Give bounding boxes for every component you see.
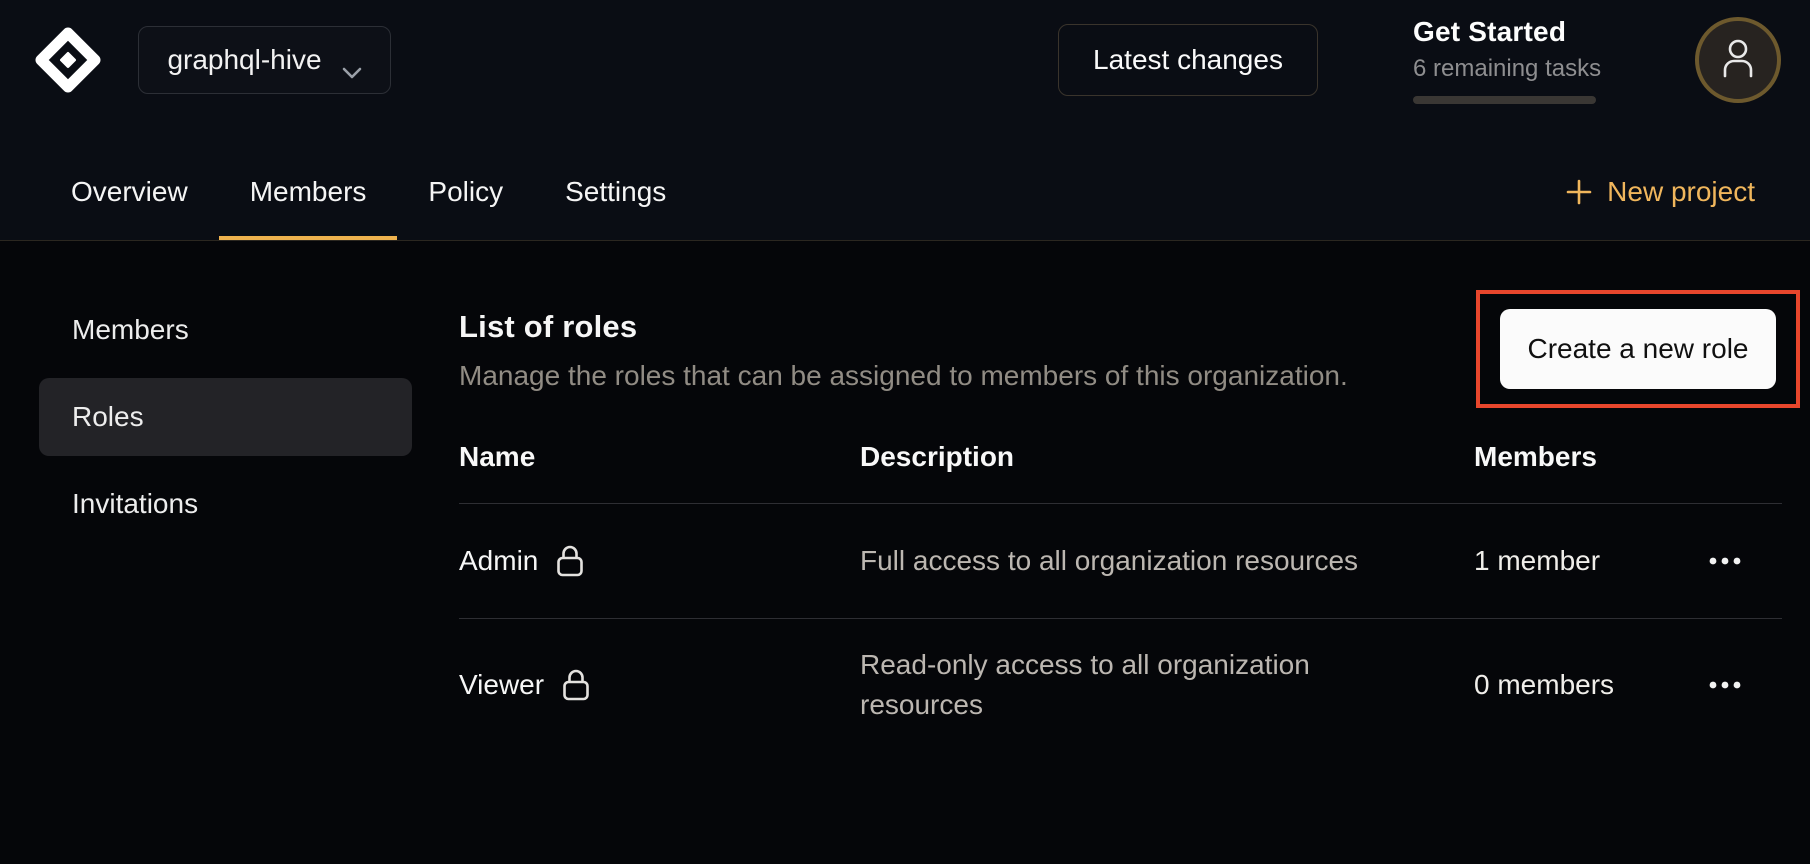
column-header-description: Description: [860, 441, 1474, 473]
sidebar-item-members[interactable]: Members: [39, 291, 412, 369]
table-header-row: Name Description Members: [459, 441, 1782, 504]
role-name-cell: Admin: [459, 544, 860, 578]
get-started-progressbar: [1413, 96, 1596, 104]
new-project-button[interactable]: New project: [1566, 120, 1755, 240]
main-panel: List of roles Manage the roles that can …: [459, 241, 1782, 864]
tab-overview[interactable]: Overview: [40, 120, 219, 240]
role-name-cell: Viewer: [459, 668, 860, 702]
get-started-widget[interactable]: Get Started 6 remaining tasks: [1413, 16, 1599, 104]
row-menu-button[interactable]: [1696, 542, 1754, 581]
app-window: graphql-hive Latest changes Get Started …: [0, 0, 1810, 864]
column-header-name: Name: [459, 441, 860, 473]
tab-settings[interactable]: Settings: [534, 120, 697, 240]
latest-changes-button[interactable]: Latest changes: [1058, 24, 1318, 96]
page-subtitle: Manage the roles that can be assigned to…: [459, 360, 1348, 392]
chevron-down-icon: [342, 54, 362, 66]
topbar: graphql-hive Latest changes Get Started …: [0, 0, 1810, 120]
role-description: Full access to all organization resource…: [860, 541, 1409, 581]
content: Members Roles Invitations List of roles …: [0, 241, 1810, 864]
role-name: Admin: [459, 545, 538, 577]
role-description: Read-only access to all organization res…: [860, 645, 1409, 725]
org-selector-button[interactable]: graphql-hive: [138, 26, 391, 94]
ellipsis-icon: [1708, 678, 1742, 693]
role-members-count: 1 member: [1474, 545, 1690, 577]
header: graphql-hive Latest changes Get Started …: [0, 0, 1810, 241]
sidebar-item-roles[interactable]: Roles: [39, 378, 412, 456]
sidebar-item-invitations[interactable]: Invitations: [39, 465, 412, 543]
table-row: Viewer Read-only access to all organizat…: [459, 619, 1782, 751]
tab-members[interactable]: Members: [219, 120, 398, 240]
title-block: List of roles Manage the roles that can …: [459, 290, 1348, 392]
roles-table: Name Description Members Admin: [459, 441, 1782, 751]
tab-bar: Overview Members Policy Settings New pro…: [0, 120, 1810, 241]
get-started-subtitle: 6 remaining tasks: [1413, 55, 1599, 83]
table-row: Admin Full access to all organization re…: [459, 504, 1782, 619]
sidebar: Members Roles Invitations: [0, 241, 412, 864]
get-started-title: Get Started: [1413, 16, 1599, 48]
annotation-highlight: Create a new role: [1476, 290, 1800, 408]
create-role-button[interactable]: Create a new role: [1500, 309, 1776, 389]
column-header-members: Members: [1474, 441, 1690, 473]
lock-icon: [562, 668, 590, 702]
page-title: List of roles: [459, 309, 1348, 345]
role-members-count: 0 members: [1474, 669, 1690, 701]
role-name: Viewer: [459, 669, 544, 701]
row-menu-button[interactable]: [1696, 666, 1754, 705]
org-selector-label: graphql-hive: [167, 44, 321, 76]
ellipsis-icon: [1708, 554, 1742, 569]
role-actions-cell: [1690, 666, 1782, 705]
plus-icon: [1566, 179, 1592, 205]
lock-icon: [556, 544, 584, 578]
tab-policy[interactable]: Policy: [397, 120, 534, 240]
main-header: List of roles Manage the roles that can …: [459, 290, 1782, 408]
role-actions-cell: [1690, 542, 1782, 581]
new-project-label: New project: [1607, 176, 1755, 208]
person-icon: [1721, 38, 1755, 83]
hive-logo-icon: [35, 27, 101, 93]
avatar[interactable]: [1695, 17, 1781, 103]
